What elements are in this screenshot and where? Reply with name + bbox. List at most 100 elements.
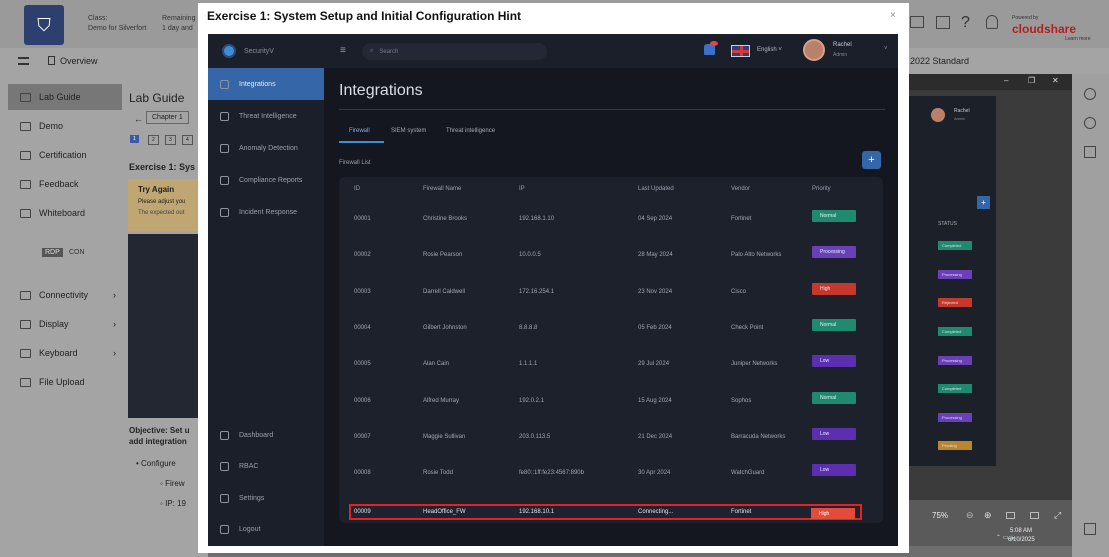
cell-updated: 30 Apr 2024 [638,470,671,477]
search-input[interactable]: ⌕ Search [362,43,547,60]
sidebar-item-feedback[interactable]: Feedback [8,171,122,197]
sidebar-item-connectivity[interactable]: Connectivity › [8,282,122,308]
try-again-box: Try Again Please adjust you The expected… [128,179,208,231]
screen-icon[interactable] [1030,512,1039,519]
users-icon[interactable] [1084,146,1096,158]
user-icon[interactable] [986,15,998,29]
table-row[interactable]: 00002 Rosie Pearson 10.0.0.5 28 May 2024 Pal… [339,238,883,274]
bell-icon[interactable] [704,41,718,55]
language-select[interactable]: English ˅ [757,47,782,53]
sidebar-item-lab-guide[interactable]: Lab Guide [8,84,122,110]
nav-item-threat-intelligence[interactable]: Threat Intelligence [208,100,324,132]
sidebar-item-certification[interactable]: Certification [8,142,122,168]
nav-item-compliance-reports[interactable]: Compliance Reports [208,164,324,196]
cell-name: Maggie Sullivan [423,433,466,440]
column-header-vendor[interactable]: Vendor [731,186,750,192]
tab-threat-intelligence[interactable]: Threat intelligence [446,128,495,134]
chapter-select[interactable]: Chapter 1 [146,111,189,124]
nav-item-anomaly-detection[interactable]: Anomaly Detection [208,132,324,164]
fit-screen-icon[interactable] [1006,512,1015,519]
connectivity-icon [20,290,31,300]
menu-icon[interactable] [18,57,29,65]
nav-item-logout[interactable]: Logout [208,513,324,545]
try-again-line: The expected out [138,210,185,216]
help-icon[interactable]: ? [961,14,970,32]
rdp-button[interactable]: RDP [42,248,63,257]
back-arrow-icon[interactable]: ← [134,114,143,124]
cell-ip: 192.168.1.10 [519,216,555,222]
nav-item-integrations[interactable]: Integrations [208,68,324,100]
chevron-down-icon[interactable]: ˅ [884,46,888,52]
column-header-priority[interactable]: Priority [812,186,831,192]
cell-updated: 04 Sep 2024 [638,216,673,222]
fullscreen-icon[interactable]: ⤢ [1054,510,1061,521]
con-button[interactable]: CON [66,248,88,257]
cell-updated: 21 Dec 2024 [638,433,673,440]
nav-item-settings[interactable]: Settings [208,482,324,514]
status-badge: Completed [938,241,972,250]
cell-id: 00005 [354,361,371,368]
step-1[interactable]: 1 [130,135,139,143]
nav-item-rbac[interactable]: RBAC [208,450,324,482]
table-row[interactable]: 00001 Christine Brooks 192.168.1.10 04 Sep … [339,202,883,238]
table-row[interactable]: 00004 Gilbert Johnston 8.8.8.8 05 Feb 2024 C… [339,311,883,347]
nav-item-incident-response[interactable]: Incident Response [208,196,324,228]
translate-icon[interactable] [936,16,950,29]
bullet-text: ◦ Firew [160,479,185,488]
step-2[interactable]: 2 [148,135,159,145]
status-badge: Pending [938,441,972,450]
overview-tab[interactable]: Overview [60,56,98,66]
zoom-in-icon[interactable]: ⊕ [984,510,992,521]
cell-id: 00002 [354,252,371,259]
incident-response-icon [220,207,229,217]
column-header-updated[interactable]: Last Updated [638,186,674,192]
table-row[interactable]: 00008 Rosie Todd fe80::1ff:fe23:4567:890b 3… [339,456,883,492]
tab-siem-system[interactable]: SIEM system [391,128,426,134]
hamburger-icon[interactable]: ≡ [340,45,346,56]
close-icon[interactable]: × [890,10,896,21]
table-row[interactable]: 00003 Darrell Caldwell 172.16.254.1 23 Nov … [339,275,883,311]
account-icon[interactable] [1084,117,1096,129]
lab-guide-panel: Lab Guide ← Chapter 1 1 2 3 4 Exercise 1… [122,74,208,557]
sidebar-item-file-upload[interactable]: File Upload [8,369,122,395]
highlighted-table-row[interactable]: 00009 HeadOffice_FW 192.168.10.1 Connect… [349,504,862,520]
zoom-out-icon[interactable]: ⊖ [966,510,974,521]
sidebar-item-whiteboard[interactable]: Whiteboard [8,200,122,226]
cell-id: 00007 [354,433,371,440]
table-row[interactable]: 00007 Maggie Sullivan 203.0.113.5 21 Dec 20… [339,420,883,456]
nav-label: Threat Intelligence [239,112,297,120]
uk-flag-icon[interactable] [731,45,750,57]
add-firewall-button[interactable]: + [862,151,881,169]
feedback-icon [20,179,31,189]
bullet-label: IP: 19 [165,499,186,508]
learn-more-link[interactable]: Learn more [1065,36,1091,42]
tab-firewall[interactable]: Firewall [349,128,370,134]
screen-share-icon[interactable] [1084,523,1096,535]
cell-ip: 192.168.10.1 [519,509,555,515]
remote-add-button[interactable]: + [977,196,990,209]
priority-badge: Normal [812,210,856,222]
settings-icon[interactable] [1084,88,1096,100]
step-4[interactable]: 4 [182,135,193,145]
cell-vendor: Sophos [731,397,752,404]
bullet-text: • Configure [136,459,176,468]
column-header-id[interactable]: ID [354,186,360,192]
table-row[interactable]: 00006 Alfred Murray 192.0.2.1 15 Aug 2024 So… [339,384,883,420]
close-icon[interactable]: ✕ [1052,76,1059,85]
column-header-ip[interactable]: IP [519,186,525,192]
minimize-icon[interactable]: – [1004,76,1008,85]
sidebar-item-display[interactable]: Display › [8,311,122,337]
cell-ip: fe80::1ff:fe23:4567:890b [519,470,584,477]
avatar[interactable] [803,39,825,61]
nav-item-dashboard[interactable]: Dashboard [208,419,324,451]
chat-icon[interactable] [910,16,924,28]
sidebar-item-keyboard[interactable]: Keyboard › [8,340,122,366]
cell-vendor: Check Point [731,324,764,331]
cell-vendor: Cisco [731,288,747,295]
column-header-name[interactable]: Firewall Name [423,186,461,192]
table-row[interactable]: 00005 Alan Cain 1.1.1.1 29 Jul 2024 Juniper … [339,347,883,383]
maximize-icon[interactable]: ❐ [1028,76,1035,85]
cell-name: Gilbert Johnston [423,324,467,331]
step-3[interactable]: 3 [165,135,176,145]
sidebar-item-demo[interactable]: Demo [8,113,122,139]
